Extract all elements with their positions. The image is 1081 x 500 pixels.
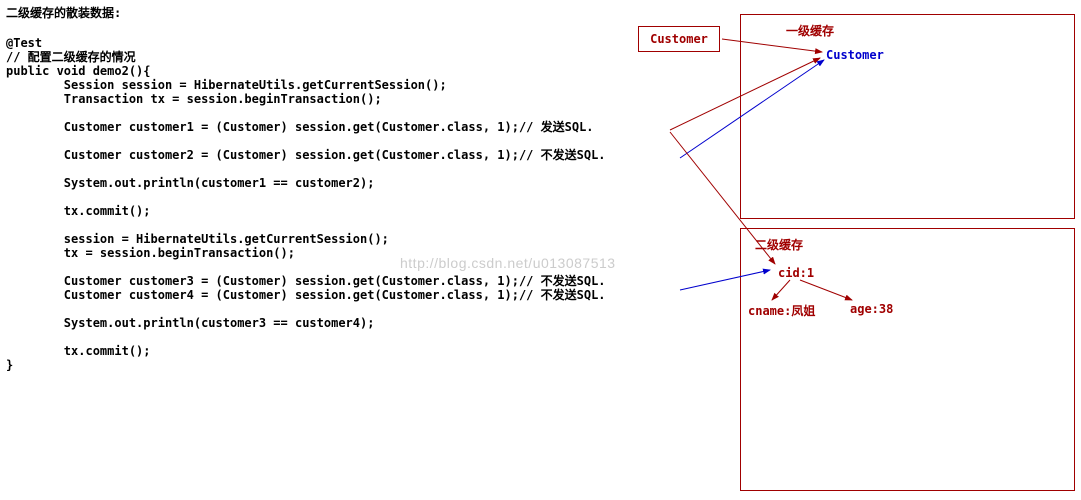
age-label: age:38 [850,302,893,316]
level1-customer-label: Customer [826,48,884,62]
level2-cache-label: 二级缓存 [755,236,803,253]
level1-cache-label: 一级缓存 [786,22,834,39]
level1-cache-box [740,14,1075,219]
cid-label: cid:1 [778,266,814,280]
cname-label: cname:凤姐 [748,302,815,319]
watermark-text: http://blog.csdn.net/u013087513 [400,255,616,271]
code-block: @Test // 配置二级缓存的情况 public void demo2(){ … [6,36,606,372]
customer-source-box: Customer [638,26,720,52]
page-title: 二级缓存的散装数据: [6,4,121,21]
